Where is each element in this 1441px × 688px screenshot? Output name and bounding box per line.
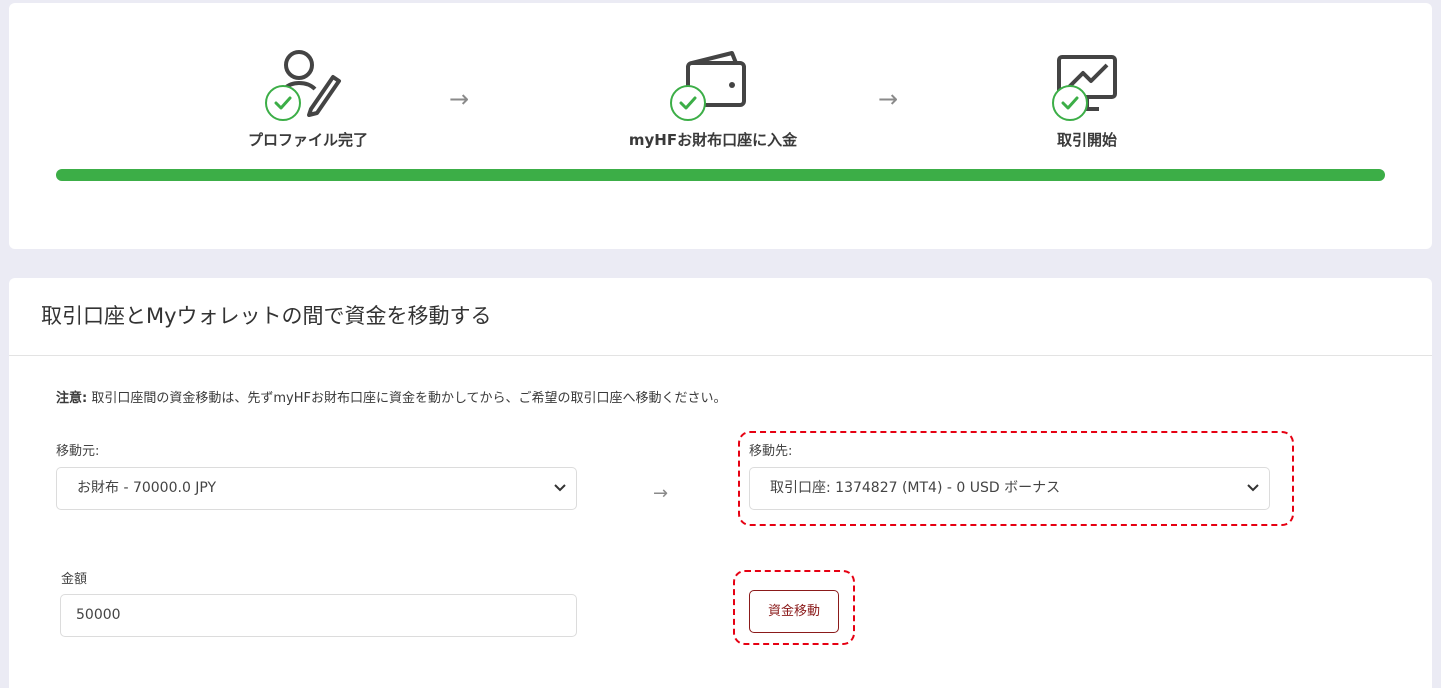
step-2-label: myHFお財布口座に入金 — [628, 131, 798, 149]
step-1-check-icon — [265, 85, 301, 121]
chevron-down-icon — [1247, 484, 1259, 492]
step-arrow-1: → — [449, 85, 470, 113]
notice-label: 注意: — [56, 391, 88, 406]
progress-bar-fill — [56, 169, 1385, 181]
transfer-funds-button[interactable]: 資金移動 — [749, 590, 839, 633]
step-2-check-icon — [670, 85, 706, 121]
step-1-label: プロファイル完了 — [247, 131, 369, 149]
to-account-value: 取引口座: 1374827 (MT4) - 0 USD ボーナス — [770, 480, 1061, 496]
step-arrow-2: → — [878, 85, 899, 113]
step-3-label: 取引開始 — [1056, 131, 1118, 149]
from-account-select[interactable]: お財布 - 70000.0 JPY — [56, 467, 577, 510]
step-3-check-icon — [1052, 85, 1088, 121]
progress-bar — [56, 169, 1385, 181]
from-account-value: お財布 - 70000.0 JPY — [77, 480, 217, 496]
fund-transfer-card: 取引口座とMyウォレットの間で資金を移動する 注意: 取引口座間の資金移動は、先… — [9, 278, 1432, 688]
to-label: 移動先: — [749, 444, 793, 459]
amount-label: 金額 — [61, 572, 88, 587]
notice-text: 注意: 取引口座間の資金移動は、先ずmyHFお財布口座に資金を動かしてから、ご希… — [56, 387, 727, 406]
transfer-direction-arrow: → — [653, 483, 669, 504]
from-label: 移動元: — [56, 444, 100, 459]
chevron-down-icon — [554, 484, 566, 492]
notice-body: 取引口座間の資金移動は、先ずmyHFお財布口座に資金を動かしてから、ご希望の取引… — [87, 391, 727, 406]
onboarding-steps-card: プロファイル完了 → myHFお財布口座に入金 → 取引開始 — [9, 3, 1432, 249]
section-divider — [9, 355, 1432, 356]
section-title: 取引口座とMyウォレットの間で資金を移動する — [41, 304, 492, 328]
amount-input[interactable]: 50000 — [60, 594, 577, 637]
to-account-select[interactable]: 取引口座: 1374827 (MT4) - 0 USD ボーナス — [749, 467, 1270, 510]
